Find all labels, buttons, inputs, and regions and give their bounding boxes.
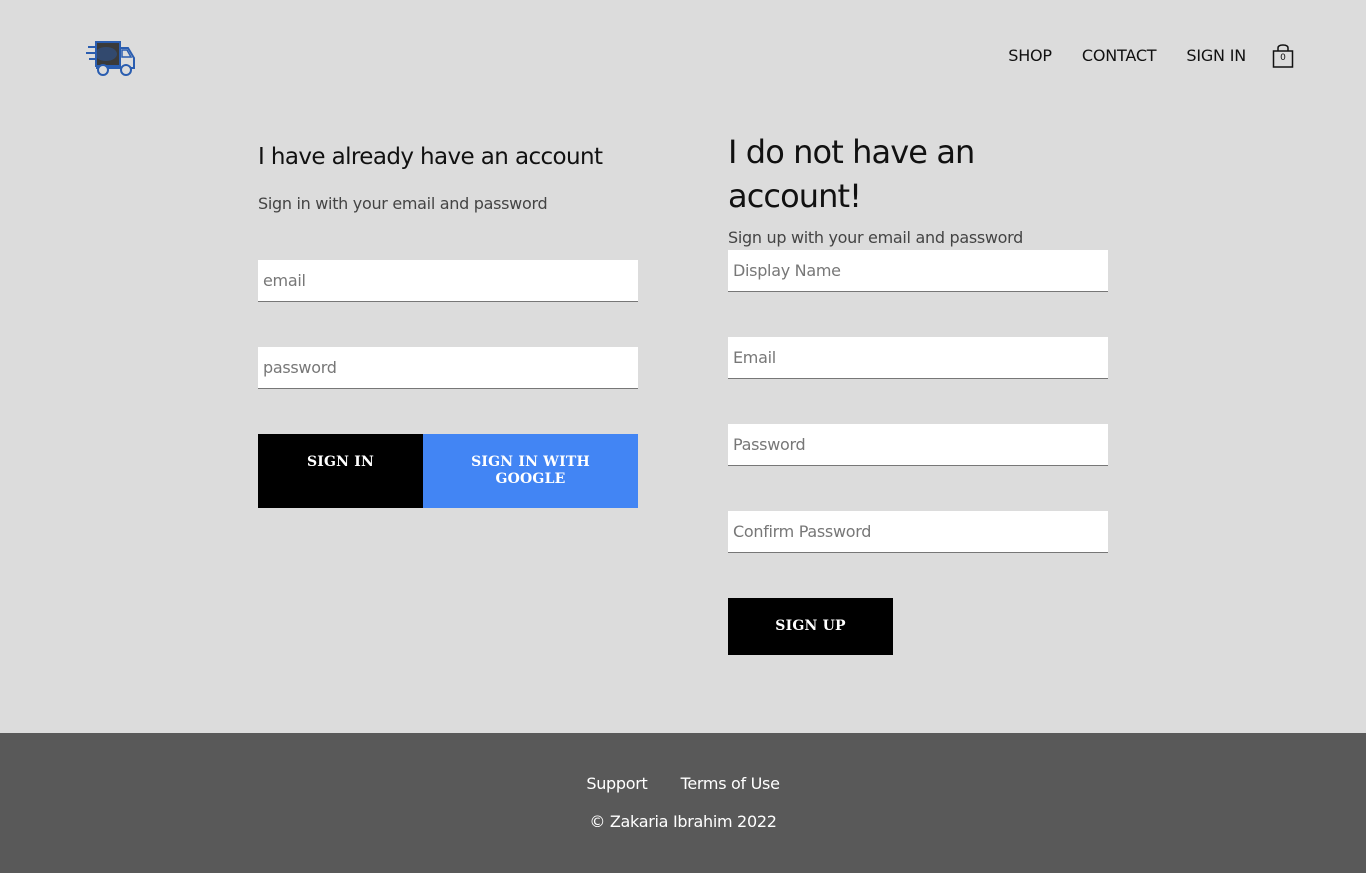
nav-contact-link[interactable]: CONTACT [1082,45,1157,67]
footer: Support Terms of Use © Zakaria Ibrahim 2… [0,733,1366,873]
sign-in-subtitle: Sign in with your email and password [258,194,548,213]
delivery-van-icon[interactable] [86,36,138,78]
cart-button[interactable]: 0 [1272,44,1294,68]
sign-up-password-field[interactable] [728,424,1108,466]
top-nav: SHOP CONTACT SIGN IN 0 [978,44,1294,68]
footer-links: Support Terms of Use [0,773,1366,795]
sign-in-title: I have already have an account [258,144,603,170]
sign-in-button[interactable]: SIGN IN [258,434,423,508]
nav-sign-in-link[interactable]: SIGN IN [1186,45,1246,67]
copyright-text: © Zakaria Ibrahim 2022 [589,812,777,831]
google-sign-in-button[interactable]: SIGN IN WITH GOOGLE [423,434,638,508]
sign-up-section: I do not have an account! Sign up with y… [728,130,1108,655]
page: SHOP CONTACT SIGN IN 0 I have already ha… [0,0,1366,873]
cart-count: 0 [1280,53,1286,63]
footer-terms-link[interactable]: Terms of Use [681,773,780,795]
sign-in-section: I have already have an account Sign in w… [258,140,638,508]
sign-up-subtitle: Sign up with your email and password [728,228,1024,247]
footer-support-link[interactable]: Support [586,773,647,795]
nav-shop-link[interactable]: SHOP [1008,45,1052,67]
sign-in-password-field[interactable] [258,347,638,389]
sign-up-email-field[interactable] [728,337,1108,379]
sign-up-title: I do not have an account! [728,133,975,215]
sign-in-email-field[interactable] [258,260,638,302]
display-name-field[interactable] [728,250,1108,292]
sign-up-button[interactable]: SIGN UP [728,598,893,655]
confirm-password-field[interactable] [728,511,1108,553]
